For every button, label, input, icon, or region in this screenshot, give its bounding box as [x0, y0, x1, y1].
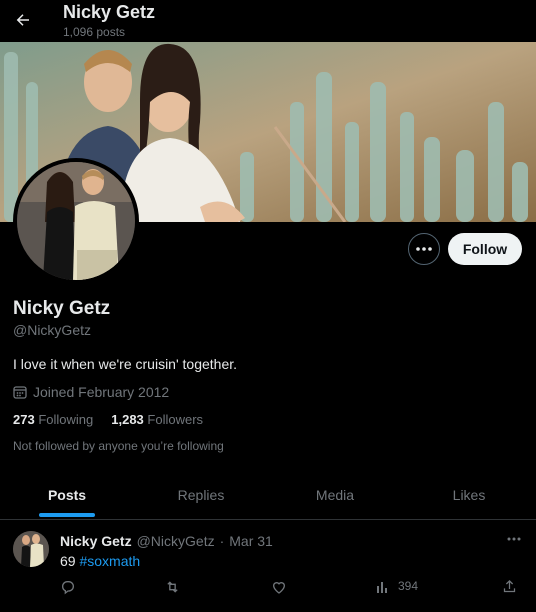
profile-avatar[interactable]: [13, 158, 139, 284]
follow-stats: 273 Following 1,283 Followers: [13, 412, 203, 427]
following-link[interactable]: 273 Following: [13, 412, 93, 427]
repost-icon: [167, 581, 178, 593]
follow-button[interactable]: Follow: [448, 233, 522, 265]
profile-tabs: Posts Replies Media Likes: [0, 470, 536, 520]
joined-date: Joined February 2012: [13, 384, 169, 400]
joined-text: Joined February 2012: [33, 384, 170, 400]
tweet[interactable]: Nicky Getz @NickyGetz · Mar 31 69 #soxma…: [0, 521, 536, 612]
tweet-text-body: 69: [60, 553, 76, 569]
following-label: Following: [38, 412, 94, 427]
profile-bio: I love it when we're cruisin' together.: [13, 356, 238, 372]
profile-display-name: Nicky Getz: [13, 298, 111, 319]
more-dots-icon: [416, 247, 432, 251]
tweet-more-button[interactable]: [504, 531, 524, 547]
tweet-avatar[interactable]: [13, 531, 49, 567]
calendar-icon: [13, 386, 27, 399]
tweet-text: 69 #soxmath: [60, 553, 140, 569]
followers-count: 1,283: [111, 412, 144, 427]
heart-icon: [272, 582, 286, 594]
more-dots-icon: [507, 537, 521, 541]
tweet-separator: ·: [219, 533, 225, 549]
share-button[interactable]: [502, 579, 517, 594]
following-count: 273: [13, 412, 35, 427]
arrow-left-icon: [16, 14, 29, 26]
tweet-date[interactable]: Mar 31: [229, 533, 273, 549]
like-button[interactable]: [271, 579, 287, 595]
tweet-actions: 394: [0, 579, 536, 599]
tweet-author-handle[interactable]: @NickyGetz: [137, 533, 215, 549]
profile-handle: @NickyGetz: [13, 322, 91, 338]
share-icon: [503, 579, 516, 593]
followers-label: Followers: [147, 412, 204, 427]
reply-button[interactable]: [60, 579, 76, 595]
tab-replies[interactable]: Replies: [134, 470, 268, 519]
repost-button[interactable]: [164, 579, 181, 595]
avatar-image: [17, 162, 135, 280]
tab-likes-label: Likes: [452, 486, 486, 503]
tweet-author-name[interactable]: Nicky Getz: [60, 533, 132, 549]
tab-media[interactable]: Media: [268, 470, 402, 519]
views-button[interactable]: 394: [376, 579, 418, 593]
tweet-avatar-image: [13, 531, 49, 567]
active-tab-indicator: [39, 513, 95, 517]
tab-posts[interactable]: Posts: [0, 470, 134, 519]
back-button[interactable]: [10, 7, 36, 33]
tab-likes[interactable]: Likes: [402, 470, 536, 519]
tab-replies-label: Replies: [177, 486, 225, 503]
tweet-header: Nicky Getz @NickyGetz · Mar 31: [60, 533, 273, 549]
top-header: Nicky Getz 1,096 posts: [0, 0, 536, 42]
views-count: 394: [398, 579, 419, 593]
followers-link[interactable]: 1,283 Followers: [111, 412, 203, 427]
more-options-button[interactable]: [408, 233, 440, 265]
header-post-count: 1,096 posts: [63, 25, 126, 39]
header-title: Nicky Getz: [63, 2, 156, 22]
tweet-hashtag[interactable]: #soxmath: [79, 553, 140, 569]
reply-icon: [62, 581, 74, 595]
views-chart-icon: [377, 582, 387, 593]
tab-posts-label: Posts: [47, 486, 87, 503]
tab-media-label: Media: [315, 486, 355, 503]
mutual-followers-note: Not followed by anyone you’re following: [13, 439, 224, 453]
